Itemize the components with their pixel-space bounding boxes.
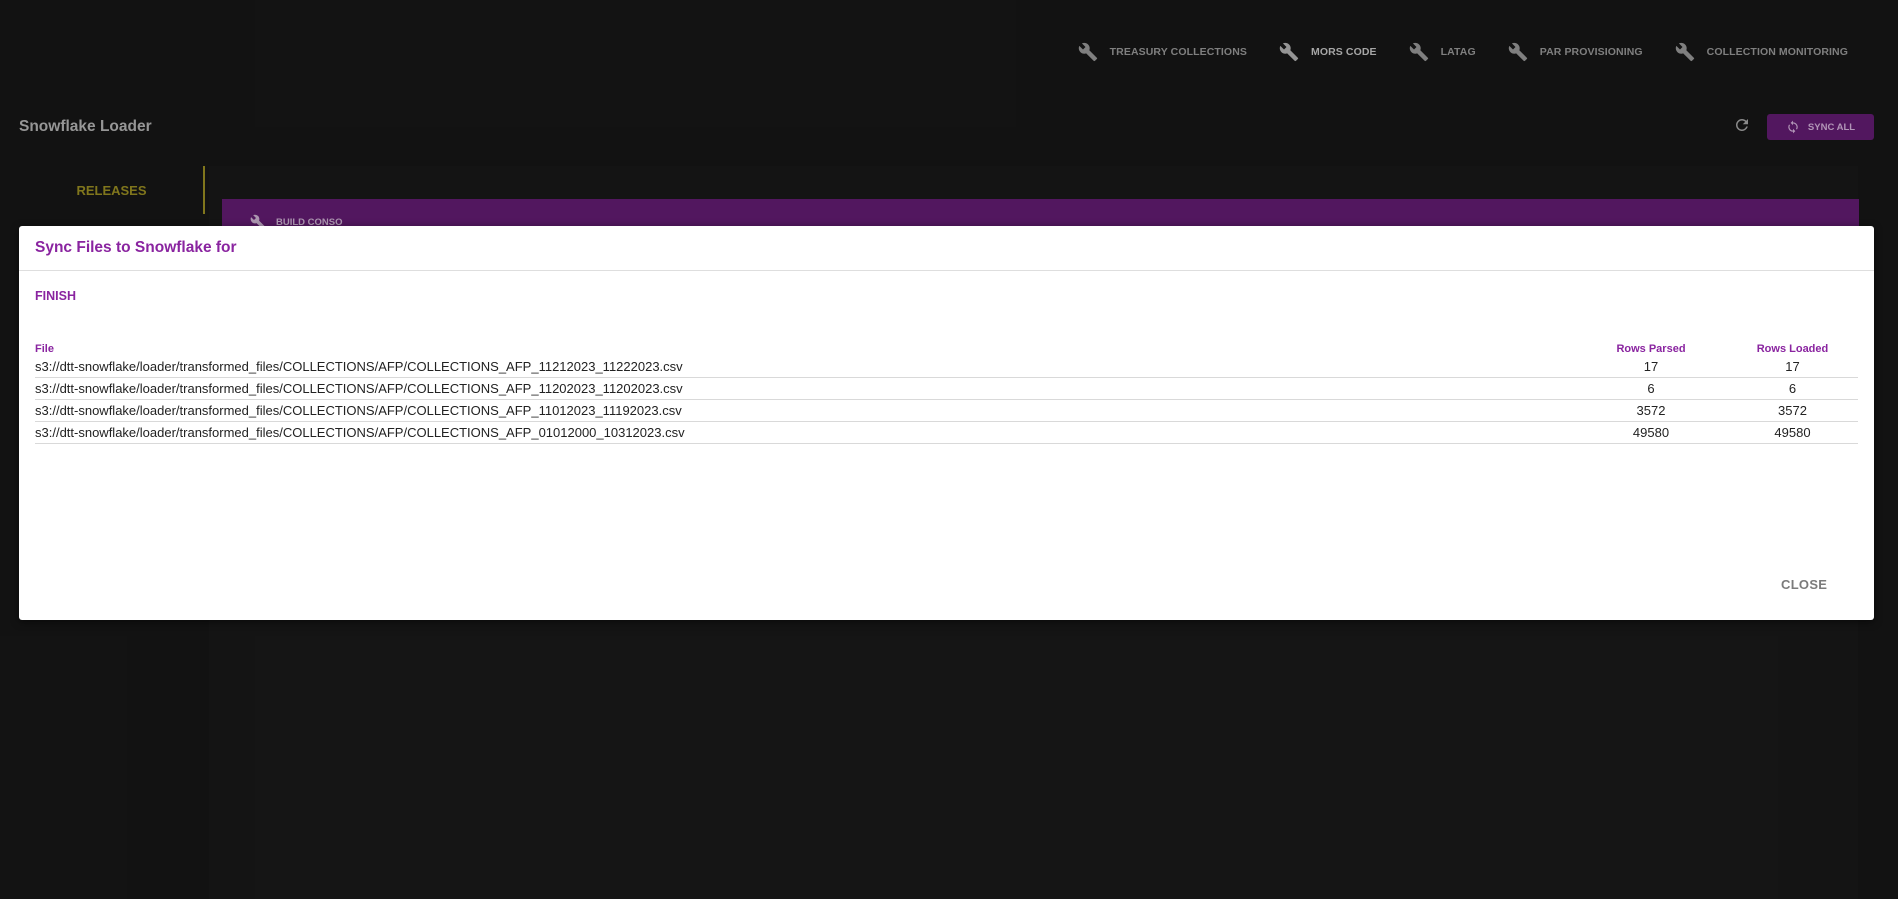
divider <box>19 270 1874 271</box>
table-header: File Rows Parsed Rows Loaded <box>35 342 1858 356</box>
file-cell: s3://dtt-snowflake/loader/transformed_fi… <box>35 381 683 396</box>
file-cell: s3://dtt-snowflake/loader/transformed_fi… <box>35 403 682 418</box>
sync-files-dialog: Sync Files to Snowflake for FINISH File … <box>19 226 1874 620</box>
dialog-title: Sync Files to Snowflake for <box>35 239 237 256</box>
file-cell: s3://dtt-snowflake/loader/transformed_fi… <box>35 425 685 440</box>
rows-parsed-cell: 3572 <box>1636 403 1666 418</box>
rows-loaded-cell: 49580 <box>1774 425 1811 440</box>
close-button[interactable]: CLOSE <box>1781 577 1827 592</box>
rows-parsed-cell: 17 <box>1643 359 1659 374</box>
column-header-rows-loaded: Rows Loaded <box>1756 343 1829 355</box>
table-row: s3://dtt-snowflake/loader/transformed_fi… <box>35 356 1858 378</box>
table-row: s3://dtt-snowflake/loader/transformed_fi… <box>35 422 1858 444</box>
status-label: FINISH <box>35 289 76 303</box>
rows-loaded-cell: 3572 <box>1778 403 1807 418</box>
rows-parsed-cell: 6 <box>1647 381 1655 396</box>
file-cell: s3://dtt-snowflake/loader/transformed_fi… <box>35 359 683 374</box>
column-header-file: File <box>35 343 54 355</box>
rows-parsed-cell: 49580 <box>1632 425 1670 440</box>
files-table: File Rows Parsed Rows Loaded s3://dtt-sn… <box>35 342 1858 444</box>
column-header-rows-parsed: Rows Parsed <box>1616 343 1686 355</box>
table-row: s3://dtt-snowflake/loader/transformed_fi… <box>35 400 1858 422</box>
rows-loaded-cell: 6 <box>1788 381 1797 396</box>
table-row: s3://dtt-snowflake/loader/transformed_fi… <box>35 378 1858 400</box>
rows-loaded-cell: 17 <box>1785 359 1800 374</box>
